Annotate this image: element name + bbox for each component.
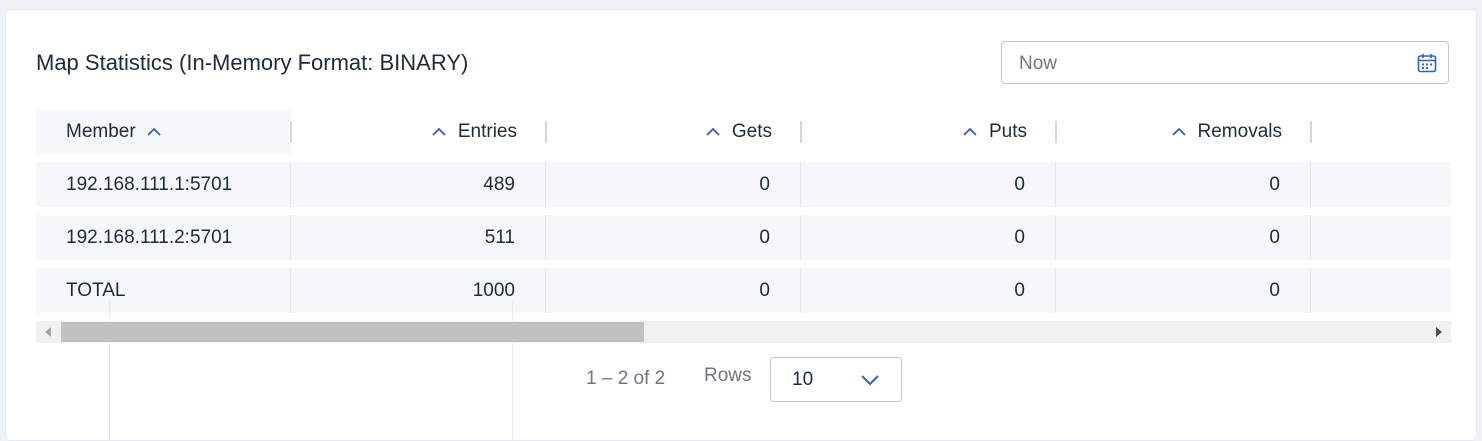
sort-ascending-icon[interactable] xyxy=(1170,123,1188,141)
table-header-row: Member Entries Gets Puts Removals xyxy=(36,110,1451,154)
column-header-label: Entries xyxy=(457,121,517,142)
rows-per-page-label: Rows xyxy=(704,365,752,386)
cell-divider xyxy=(1310,268,1311,313)
column-resize-handle[interactable] xyxy=(1310,121,1312,143)
cell-entries: 489 xyxy=(483,173,515,195)
card-title: Map Statistics (In-Memory Format: BINARY… xyxy=(36,50,469,75)
cell-removals: 0 xyxy=(1269,173,1280,195)
column-header-label: Member xyxy=(66,121,136,142)
cell-gets: 0 xyxy=(759,279,770,301)
sort-ascending-icon[interactable] xyxy=(704,123,722,141)
scrollbar-thumb[interactable] xyxy=(61,322,644,342)
column-header-removals[interactable]: Removals xyxy=(1057,110,1312,154)
sort-ascending-icon[interactable] xyxy=(145,123,163,141)
cell-puts: 0 xyxy=(1014,279,1025,301)
rows-per-page-value: 10 xyxy=(792,369,814,390)
calendar-icon[interactable] xyxy=(1416,52,1438,74)
rows-per-page-select[interactable]: 10 xyxy=(770,357,902,402)
table-row[interactable]: 192.168.111.2:5701 511 0 0 0 xyxy=(36,215,1451,260)
cell-gets: 0 xyxy=(759,173,770,195)
column-header-member[interactable]: Member xyxy=(36,110,291,154)
cell-puts: 0 xyxy=(1014,173,1025,195)
scroll-right-arrow-icon[interactable] xyxy=(1436,327,1442,337)
cell-member: 192.168.111.2:5701 xyxy=(66,226,233,248)
cell-removals: 0 xyxy=(1269,226,1280,248)
cell-member: 192.168.111.1:5701 xyxy=(66,173,233,195)
column-header-label: Removals xyxy=(1197,121,1282,142)
scroll-left-arrow-icon[interactable] xyxy=(45,327,51,337)
map-statistics-card: Map Statistics (In-Memory Format: BINARY… xyxy=(6,10,1476,440)
cell-gets: 0 xyxy=(759,226,770,248)
chevron-down-icon[interactable] xyxy=(859,370,881,390)
pagination-range: 1 – 2 of 2 xyxy=(586,368,666,389)
sort-ascending-icon[interactable] xyxy=(430,123,448,141)
cell-divider xyxy=(1310,215,1311,260)
date-picker-value: Now xyxy=(1019,53,1058,74)
horizontal-scrollbar[interactable] xyxy=(36,321,1451,343)
sort-ascending-icon[interactable] xyxy=(961,123,979,141)
cell-divider xyxy=(1310,162,1311,207)
column-header-puts[interactable]: Puts xyxy=(802,110,1057,154)
cell-removals: 0 xyxy=(1269,279,1280,301)
cell-puts: 0 xyxy=(1014,226,1025,248)
column-header-label: Gets xyxy=(731,121,772,142)
column-header-gets[interactable]: Gets xyxy=(547,110,802,154)
column-header-label: Puts xyxy=(988,121,1027,142)
map-statistics-table: Member Entries Gets Puts Removals 192.16… xyxy=(36,110,1451,313)
column-header-entries[interactable]: Entries xyxy=(292,110,547,154)
table-row[interactable]: 192.168.111.1:5701 489 0 0 0 xyxy=(36,162,1451,207)
date-picker-input[interactable]: Now xyxy=(1001,41,1449,84)
cell-entries: 511 xyxy=(484,226,515,248)
